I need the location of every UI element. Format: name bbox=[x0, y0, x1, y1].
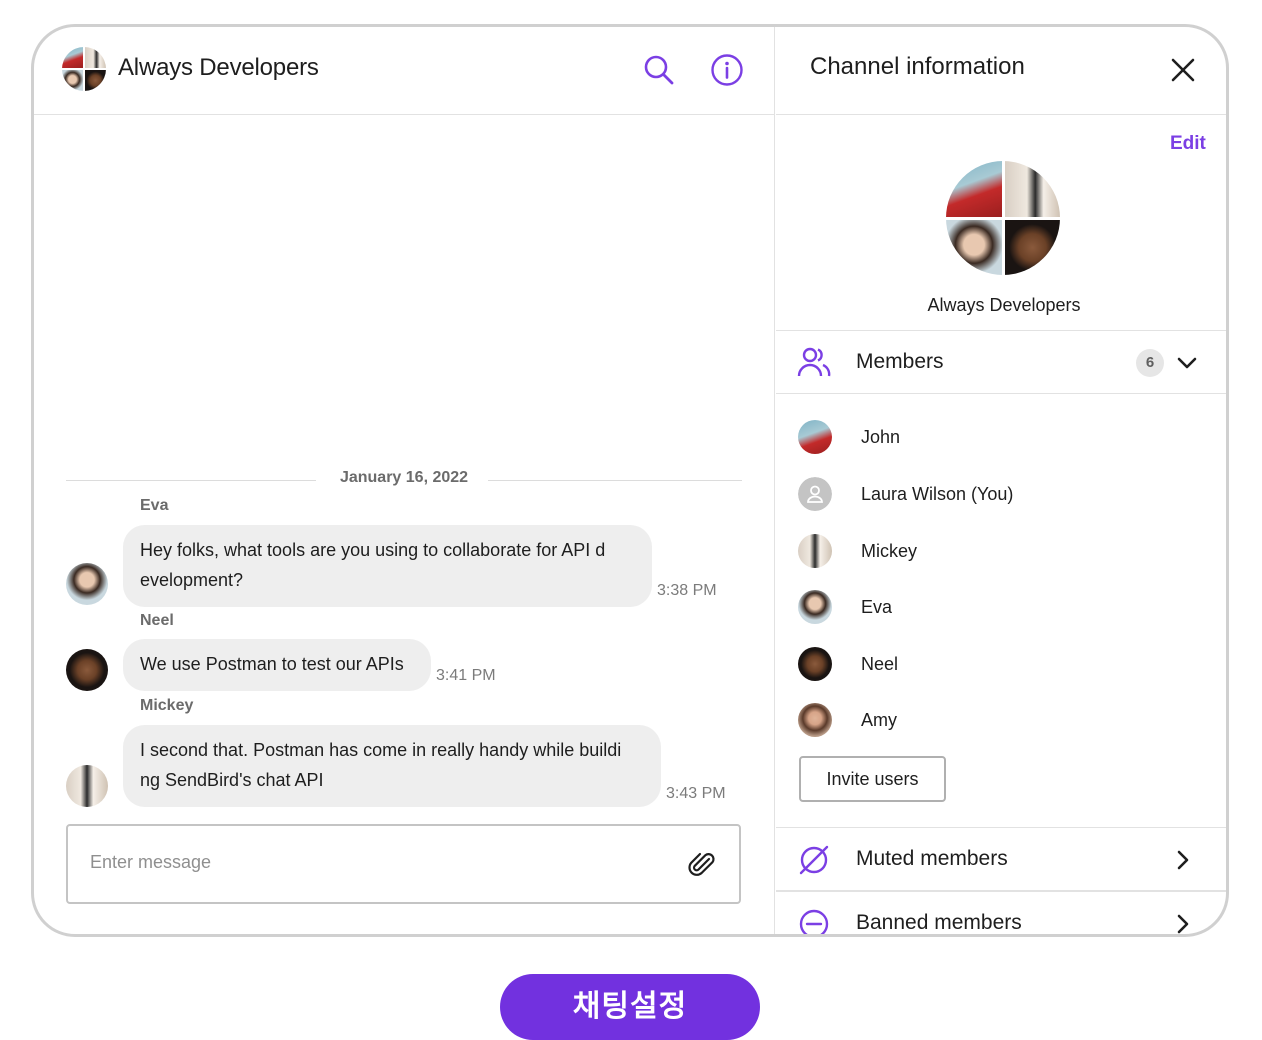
member-name: Amy bbox=[861, 710, 897, 730]
message-time: 3:38 PM bbox=[657, 582, 717, 599]
attach-icon[interactable] bbox=[687, 850, 717, 880]
muted-members-label: Muted members bbox=[856, 847, 1008, 870]
member-name: Mickey bbox=[861, 541, 918, 561]
member-name: Eva bbox=[861, 597, 893, 617]
channel-name: Always Developers bbox=[927, 295, 1081, 315]
channel-title: Always Developers bbox=[118, 54, 319, 81]
banned-members-label: Banned members bbox=[856, 911, 1022, 934]
member-name: John bbox=[861, 427, 901, 447]
members-label: Members bbox=[856, 350, 944, 373]
message-sender: Neel bbox=[140, 612, 174, 629]
message-sender: Mickey bbox=[140, 697, 194, 714]
chevron-down-icon[interactable] bbox=[1176, 352, 1198, 374]
members-count-badge: 6 bbox=[1136, 349, 1164, 377]
avatar[interactable] bbox=[66, 649, 108, 691]
channel-avatar-large bbox=[946, 161, 1060, 275]
channel-avatar[interactable] bbox=[62, 47, 106, 91]
member-item-amy[interactable]: Amy bbox=[798, 703, 1198, 739]
muted-members-row[interactable]: Muted members bbox=[776, 827, 1226, 891]
avatar[interactable] bbox=[66, 563, 108, 605]
edit-button[interactable]: Edit bbox=[1170, 133, 1206, 155]
avatar bbox=[798, 534, 832, 568]
avatar bbox=[798, 420, 832, 454]
member-item-john[interactable]: John bbox=[798, 420, 1198, 456]
message-sender: Eva bbox=[140, 497, 169, 514]
avatar bbox=[798, 647, 832, 681]
member-item-eva[interactable]: Eva bbox=[798, 590, 1198, 626]
message-input[interactable]: Enter message bbox=[66, 824, 741, 904]
member-item-mickey[interactable]: Mickey bbox=[798, 534, 1198, 570]
invite-users-button[interactable]: Invite users bbox=[799, 756, 946, 802]
avatar bbox=[798, 590, 832, 624]
members-row[interactable]: Members 6 bbox=[776, 330, 1226, 394]
app-frame: Always Developers January 16, 2022 Eva H… bbox=[31, 24, 1229, 937]
message-text: Hey folks, what tools are you using to c… bbox=[140, 540, 606, 560]
close-icon[interactable] bbox=[1168, 55, 1198, 85]
message-text: We use Postman to test our APIs bbox=[140, 654, 404, 674]
chevron-right-icon[interactable] bbox=[1172, 849, 1194, 871]
info-title: Channel information bbox=[810, 53, 1025, 80]
info-icon[interactable] bbox=[710, 53, 744, 87]
member-name: Laura Wilson (You) bbox=[861, 484, 1014, 504]
avatar[interactable] bbox=[66, 765, 108, 807]
chat-settings-button[interactable]: 채팅설정 bbox=[500, 974, 760, 1040]
message-time: 3:41 PM bbox=[436, 667, 496, 684]
message-input-placeholder: Enter message bbox=[90, 852, 212, 872]
date-separator: January 16, 2022 bbox=[66, 469, 742, 493]
default-avatar-icon bbox=[798, 477, 832, 511]
message-bubble[interactable]: Hey folks, what tools are you using to c… bbox=[123, 525, 652, 607]
chat-header: Always Developers bbox=[34, 27, 774, 115]
banned-members-row[interactable]: Banned members bbox=[776, 891, 1226, 935]
member-item-neel[interactable]: Neel bbox=[798, 647, 1198, 683]
message-bubble[interactable]: We use Postman to test our APIs bbox=[123, 639, 431, 691]
message-time: 3:43 PM bbox=[666, 785, 726, 802]
message-bubble[interactable]: I second that. Postman has come in reall… bbox=[123, 725, 661, 807]
member-name: Neel bbox=[861, 654, 899, 674]
members-icon bbox=[797, 347, 831, 377]
search-icon[interactable] bbox=[642, 53, 676, 87]
channel-info-pane: Channel information Edit Always Develope… bbox=[776, 27, 1226, 935]
muted-icon bbox=[799, 845, 829, 875]
date-label: January 16, 2022 bbox=[339, 469, 469, 486]
info-header: Channel information bbox=[776, 27, 1226, 115]
chevron-right-icon[interactable] bbox=[1172, 913, 1194, 935]
message-text: I second that. Postman has come in reall… bbox=[140, 740, 622, 760]
banned-icon bbox=[799, 909, 829, 934]
message-text: ng SendBird's chat API bbox=[140, 770, 324, 790]
message-text: evelopment? bbox=[140, 570, 244, 590]
member-item-laura[interactable]: Laura Wilson (You) bbox=[798, 477, 1198, 513]
avatar bbox=[798, 703, 832, 737]
chat-pane: Always Developers January 16, 2022 Eva H… bbox=[34, 27, 775, 934]
